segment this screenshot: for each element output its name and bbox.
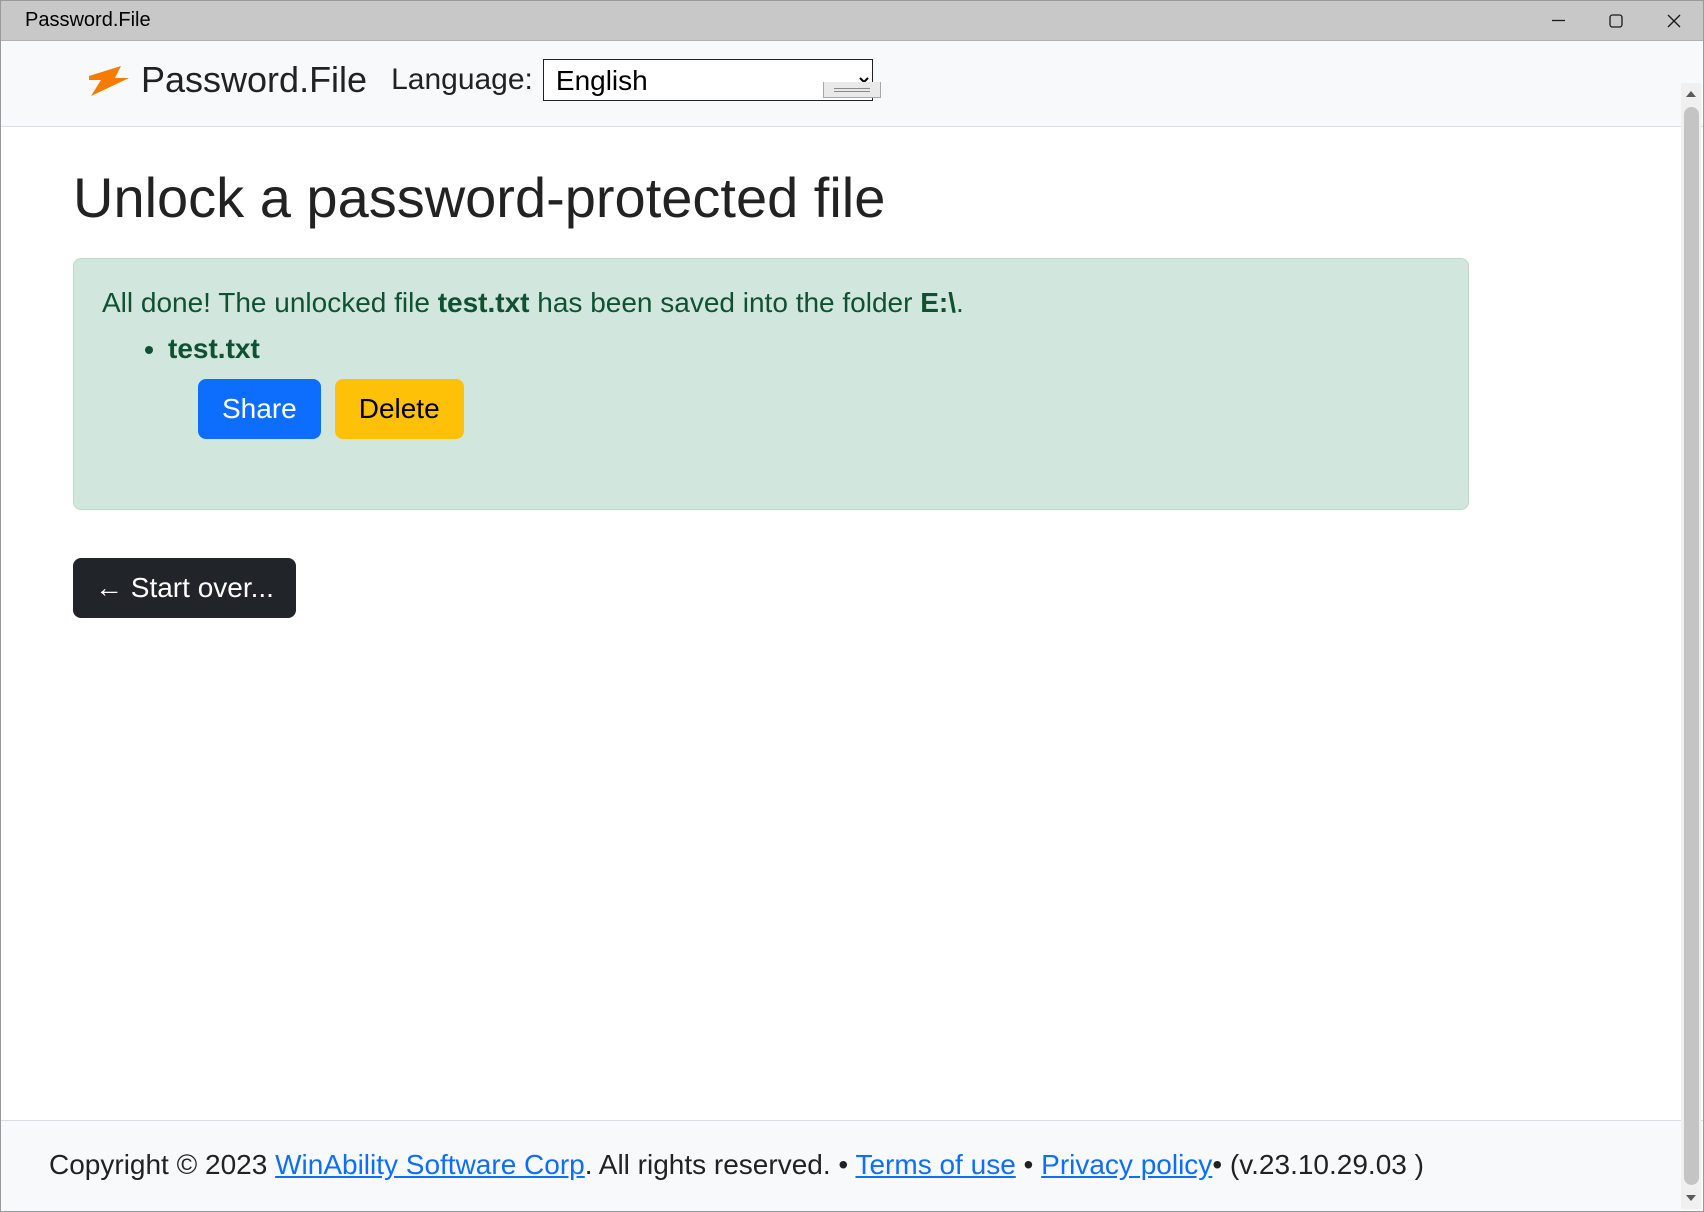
start-over-button[interactable]: ← Start over...: [73, 558, 296, 618]
app-logo-icon: [81, 54, 133, 106]
page-title: Unlock a password-protected file: [73, 165, 1631, 230]
file-list-item: test.txt: [168, 333, 1440, 365]
maximize-button[interactable]: [1587, 1, 1645, 40]
window-titlebar: Password.File: [1, 1, 1703, 41]
delete-button[interactable]: Delete: [335, 379, 464, 439]
alert-text: has been saved into the folder: [530, 287, 921, 318]
close-button[interactable]: [1645, 1, 1703, 40]
scroll-up-icon[interactable]: [1681, 83, 1701, 105]
alert-text: All done! The unlocked file: [102, 287, 438, 318]
privacy-link[interactable]: Privacy policy: [1041, 1149, 1212, 1180]
version-text: • (v.23.10.29.03 ): [1212, 1149, 1424, 1180]
language-label: Language:: [391, 63, 533, 97]
scrollbar-thumb[interactable]: [1684, 107, 1699, 1185]
app-name: Password.File: [141, 59, 367, 101]
alert-filename: test.txt: [438, 287, 530, 318]
app-content: Password.File Language: English Unlock a…: [1, 41, 1703, 1211]
rights-text: . All rights reserved. •: [585, 1149, 856, 1180]
window-title: Password.File: [25, 9, 151, 32]
company-link[interactable]: WinAbility Software Corp: [275, 1149, 585, 1180]
separator-text: •: [1016, 1149, 1041, 1180]
copyright-text: Copyright © 2023: [49, 1149, 275, 1180]
drag-handle-icon[interactable]: [823, 82, 881, 98]
alert-message: All done! The unlocked file test.txt has…: [102, 287, 1440, 319]
minimize-icon: [1551, 13, 1566, 28]
scroll-down-icon[interactable]: [1681, 1187, 1701, 1209]
alert-folder: E:\: [920, 287, 956, 318]
window-controls: [1529, 1, 1703, 40]
close-icon: [1666, 13, 1682, 29]
share-button[interactable]: Share: [198, 379, 321, 439]
terms-link[interactable]: Terms of use: [855, 1149, 1015, 1180]
maximize-icon: [1608, 13, 1624, 29]
main-area: Unlock a password-protected file All don…: [1, 127, 1703, 618]
footer: Copyright © 2023 WinAbility Software Cor…: [1, 1120, 1703, 1211]
vertical-scrollbar[interactable]: [1681, 83, 1701, 1209]
alert-text: .: [956, 287, 964, 318]
minimize-button[interactable]: [1529, 1, 1587, 40]
success-alert: All done! The unlocked file test.txt has…: [73, 258, 1469, 510]
